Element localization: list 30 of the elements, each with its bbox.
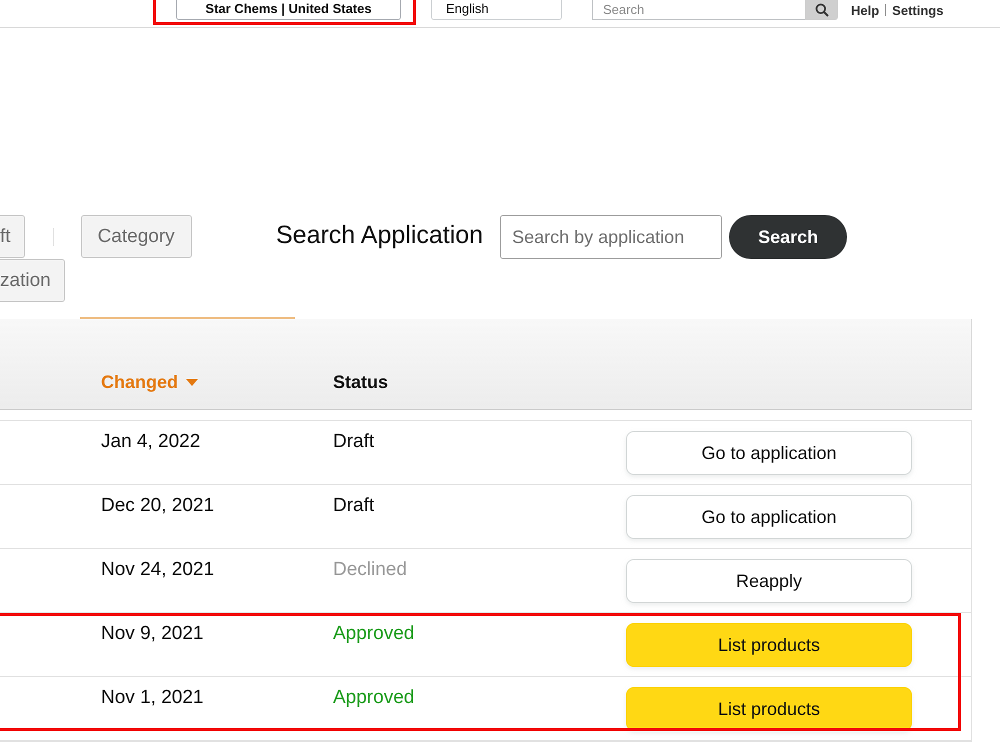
date-cell: Dec 20, 2021 bbox=[101, 495, 214, 517]
search-button[interactable]: Search bbox=[729, 215, 848, 259]
status-cell: Draft bbox=[333, 431, 374, 453]
status-cell: Draft bbox=[333, 495, 374, 517]
filter-button[interactable]: zation bbox=[0, 259, 65, 302]
row-action-button[interactable]: Go to application bbox=[626, 495, 912, 539]
status-cell: Approved bbox=[333, 687, 414, 709]
store-selector[interactable]: Star Chems | United States bbox=[176, 0, 401, 20]
date-cell: Nov 9, 2021 bbox=[101, 623, 204, 645]
date-cell: Jan 4, 2022 bbox=[101, 431, 200, 453]
sort-caret-icon bbox=[186, 379, 198, 386]
filter-button[interactable]: Category bbox=[80, 215, 192, 258]
date-cell: Nov 24, 2021 bbox=[101, 559, 214, 581]
row-action-button[interactable]: Go to application bbox=[626, 431, 912, 475]
search-icon bbox=[814, 3, 828, 17]
search-application-title: Search Application bbox=[276, 220, 484, 250]
row-action-button[interactable]: List products bbox=[626, 623, 912, 667]
search-field[interactable]: Search bbox=[592, 0, 805, 20]
date-cell: Nov 1, 2021 bbox=[101, 687, 204, 709]
status-cell: Approved bbox=[333, 623, 414, 645]
search-button[interactable] bbox=[805, 0, 838, 20]
row-action-button[interactable]: List products bbox=[626, 687, 912, 731]
row-action-button[interactable]: Reapply bbox=[626, 559, 912, 603]
application-search-field[interactable]: Search by application bbox=[500, 215, 722, 259]
header-link[interactable]: Settings bbox=[892, 2, 944, 18]
language-dropdown[interactable]: English bbox=[431, 0, 562, 20]
status-cell: Declined bbox=[333, 559, 407, 581]
filter-button[interactable]: ft bbox=[0, 215, 25, 258]
column-header[interactable]: Status bbox=[333, 372, 388, 393]
header-link[interactable]: Help bbox=[851, 2, 880, 18]
